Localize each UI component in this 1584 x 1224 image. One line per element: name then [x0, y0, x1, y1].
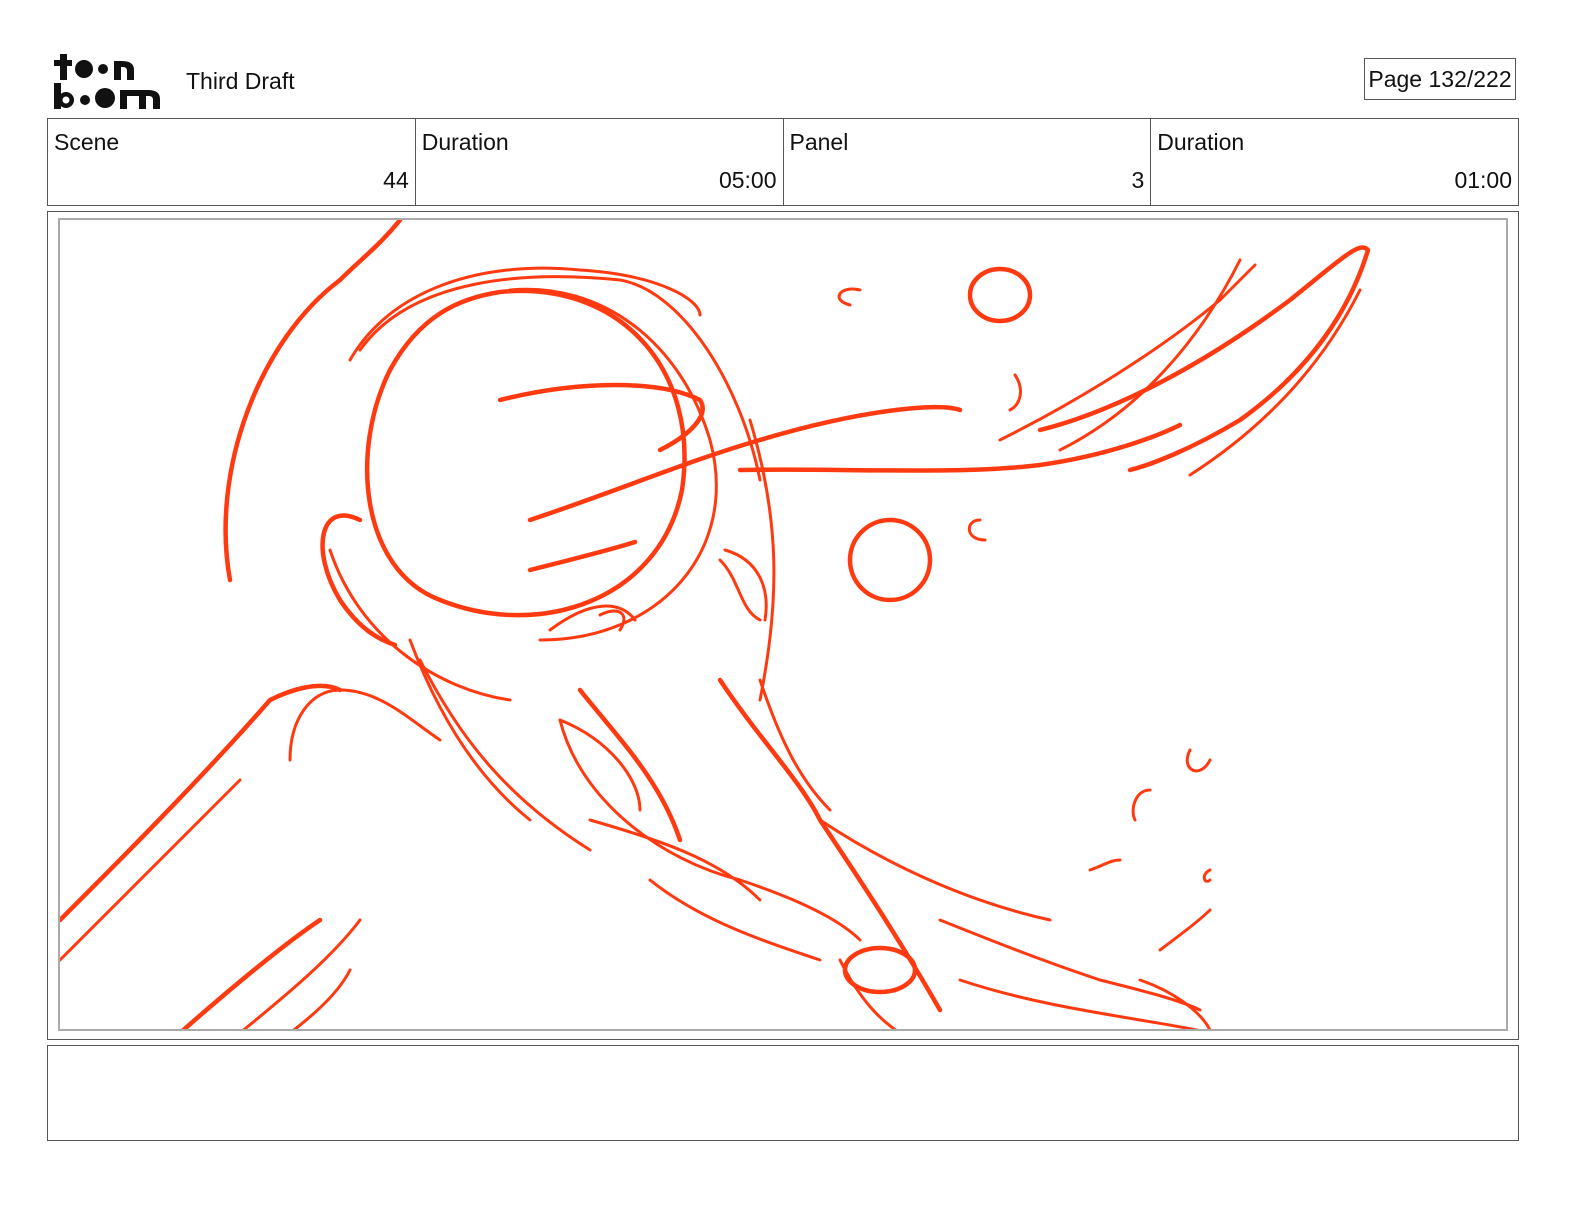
scene-label: Scene	[54, 129, 120, 155]
scene-value: 44	[383, 167, 409, 193]
panel-duration-value: 01:00	[1454, 167, 1512, 193]
panel-cell: Panel 3	[784, 119, 1152, 205]
scene-duration-value: 05:00	[718, 167, 777, 193]
toon-boom-logo	[52, 52, 164, 112]
document-title: Third Draft	[186, 68, 295, 94]
shot-info-row: Scene 44 Duration 05:00 Panel 3 Duration…	[47, 118, 1519, 206]
panel-duration-cell: Duration 01:00	[1151, 119, 1518, 205]
panel-image	[58, 218, 1508, 1031]
storyboard-sketch	[60, 220, 1371, 1029]
panel-duration-label: Duration	[1157, 129, 1245, 155]
scene-cell: Scene 44	[48, 119, 416, 205]
panel-value: 3	[1131, 167, 1145, 193]
scene-duration-cell: Duration 05:00	[416, 119, 784, 205]
page-indicator: Page 132/222	[1364, 58, 1516, 100]
panel-notes-box	[47, 1045, 1519, 1141]
scene-duration-label: Duration	[421, 129, 509, 155]
panel-label: Panel	[789, 129, 849, 155]
